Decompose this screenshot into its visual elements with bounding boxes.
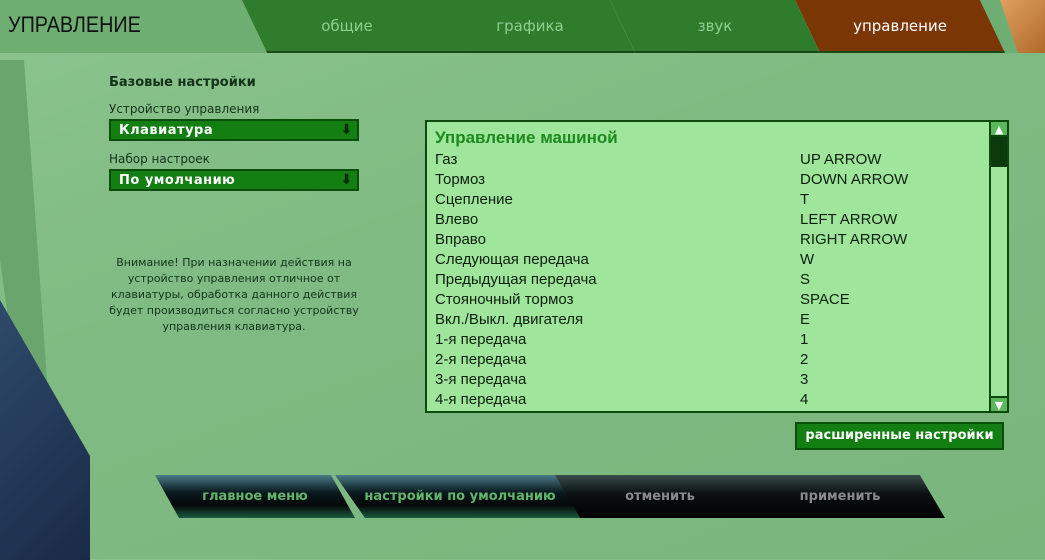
binding-row[interactable]: Следующая передача W [435, 251, 995, 271]
scrollbar-thumb[interactable] [991, 137, 1007, 167]
advanced-settings-button[interactable]: расширенные настройки [795, 422, 1004, 450]
binding-row[interactable]: 4-я передача 4 [435, 391, 995, 411]
action-name: Предыдущая передача [435, 271, 597, 288]
binding-row[interactable]: 1-я передача 1 [435, 331, 995, 351]
action-name: Вкл./Выкл. двигателя [435, 311, 584, 328]
device-select[interactable]: Клавиатура ⬇ [109, 119, 359, 141]
action-name: 1-я передача [435, 331, 527, 348]
binding-row[interactable]: Тормоз DOWN ARROW [435, 171, 995, 191]
scrollbar[interactable]: ▲ ▼ [989, 122, 1007, 412]
tab-controls[interactable]: управление [795, 0, 1005, 53]
chevron-down-icon: ⬇ [340, 172, 353, 188]
binding-row[interactable]: Сцепление T [435, 191, 995, 211]
binding-row[interactable]: Предыдущая передача S [435, 271, 995, 291]
tab-general[interactable]: общие [242, 0, 452, 53]
key-binding[interactable]: T [800, 191, 809, 208]
key-binding[interactable]: RIGHT ARROW [800, 231, 907, 248]
warning-text: Внимание! При назначении действия на уст… [109, 256, 359, 333]
key-binding[interactable]: 4 [800, 391, 808, 408]
binding-row[interactable]: Стояночный тормоз SPACE [435, 291, 995, 311]
key-binding[interactable]: UP ARROW [800, 151, 881, 168]
key-binding[interactable]: S [800, 271, 810, 288]
cancel-button[interactable]: отменить [555, 475, 765, 518]
tab-sound[interactable]: звук [610, 0, 820, 53]
scroll-down-icon[interactable]: ▼ [991, 396, 1007, 412]
binding-row[interactable]: Газ UP ARROW [435, 151, 995, 171]
key-binding[interactable]: 3 [800, 371, 808, 388]
preset-label: Набор настроек [109, 152, 210, 166]
action-name: 2-я передача [435, 351, 527, 368]
main-menu-button[interactable]: главное меню [155, 475, 355, 518]
action-name: Стояночный тормоз [435, 291, 574, 308]
action-name: 3-я передача [435, 371, 527, 388]
action-name: Вправо [435, 231, 486, 248]
key-binding[interactable]: 1 [800, 331, 808, 348]
preset-select[interactable]: По умолчанию ⬇ [109, 169, 359, 191]
section-heading: Базовые настройки [109, 75, 256, 90]
binding-row[interactable]: Влево LEFT ARROW [435, 211, 995, 231]
apply-button[interactable]: применить [735, 475, 945, 518]
action-name: Влево [435, 211, 479, 228]
key-binding[interactable]: DOWN ARROW [800, 171, 908, 188]
binding-row[interactable]: Вправо RIGHT ARROW [435, 231, 995, 251]
key-binding[interactable]: W [800, 251, 814, 268]
key-binding[interactable]: E [800, 311, 810, 328]
bindings-list: Управление машиной Газ UP ARROW Тормоз DOWN… [425, 120, 1009, 413]
key-binding[interactable]: 2 [800, 351, 808, 368]
action-name: Тормоз [435, 171, 486, 188]
bindings-title: Управление машиной [435, 128, 618, 147]
background-decoration [0, 300, 90, 560]
action-name: 4-я передача [435, 391, 527, 408]
scroll-up-icon[interactable]: ▲ [991, 122, 1007, 137]
key-binding[interactable]: SPACE [800, 291, 850, 308]
action-name: Газ [435, 151, 458, 168]
action-name: Следующая передача [435, 251, 589, 268]
preset-value: По умолчанию [119, 173, 236, 188]
tab-graphics[interactable]: графика [425, 0, 635, 53]
binding-row[interactable]: 3-я передача 3 [435, 371, 995, 391]
header-bar: УПРАВЛЕНИЕ общие графика звук управление [0, 0, 1045, 53]
binding-row[interactable]: 2-я передача 2 [435, 351, 995, 371]
chevron-down-icon: ⬇ [340, 122, 353, 138]
defaults-button[interactable]: настройки по умолчанию [335, 475, 585, 518]
device-label: Устройство управления [109, 102, 260, 116]
corner-decoration [1000, 0, 1045, 53]
page-title: УПРАВЛЕНИЕ [8, 12, 141, 37]
action-name: Сцепление [435, 191, 513, 208]
device-value: Клавиатура [119, 123, 214, 138]
key-binding[interactable]: LEFT ARROW [800, 211, 897, 228]
binding-row[interactable]: Вкл./Выкл. двигателя E [435, 311, 995, 331]
